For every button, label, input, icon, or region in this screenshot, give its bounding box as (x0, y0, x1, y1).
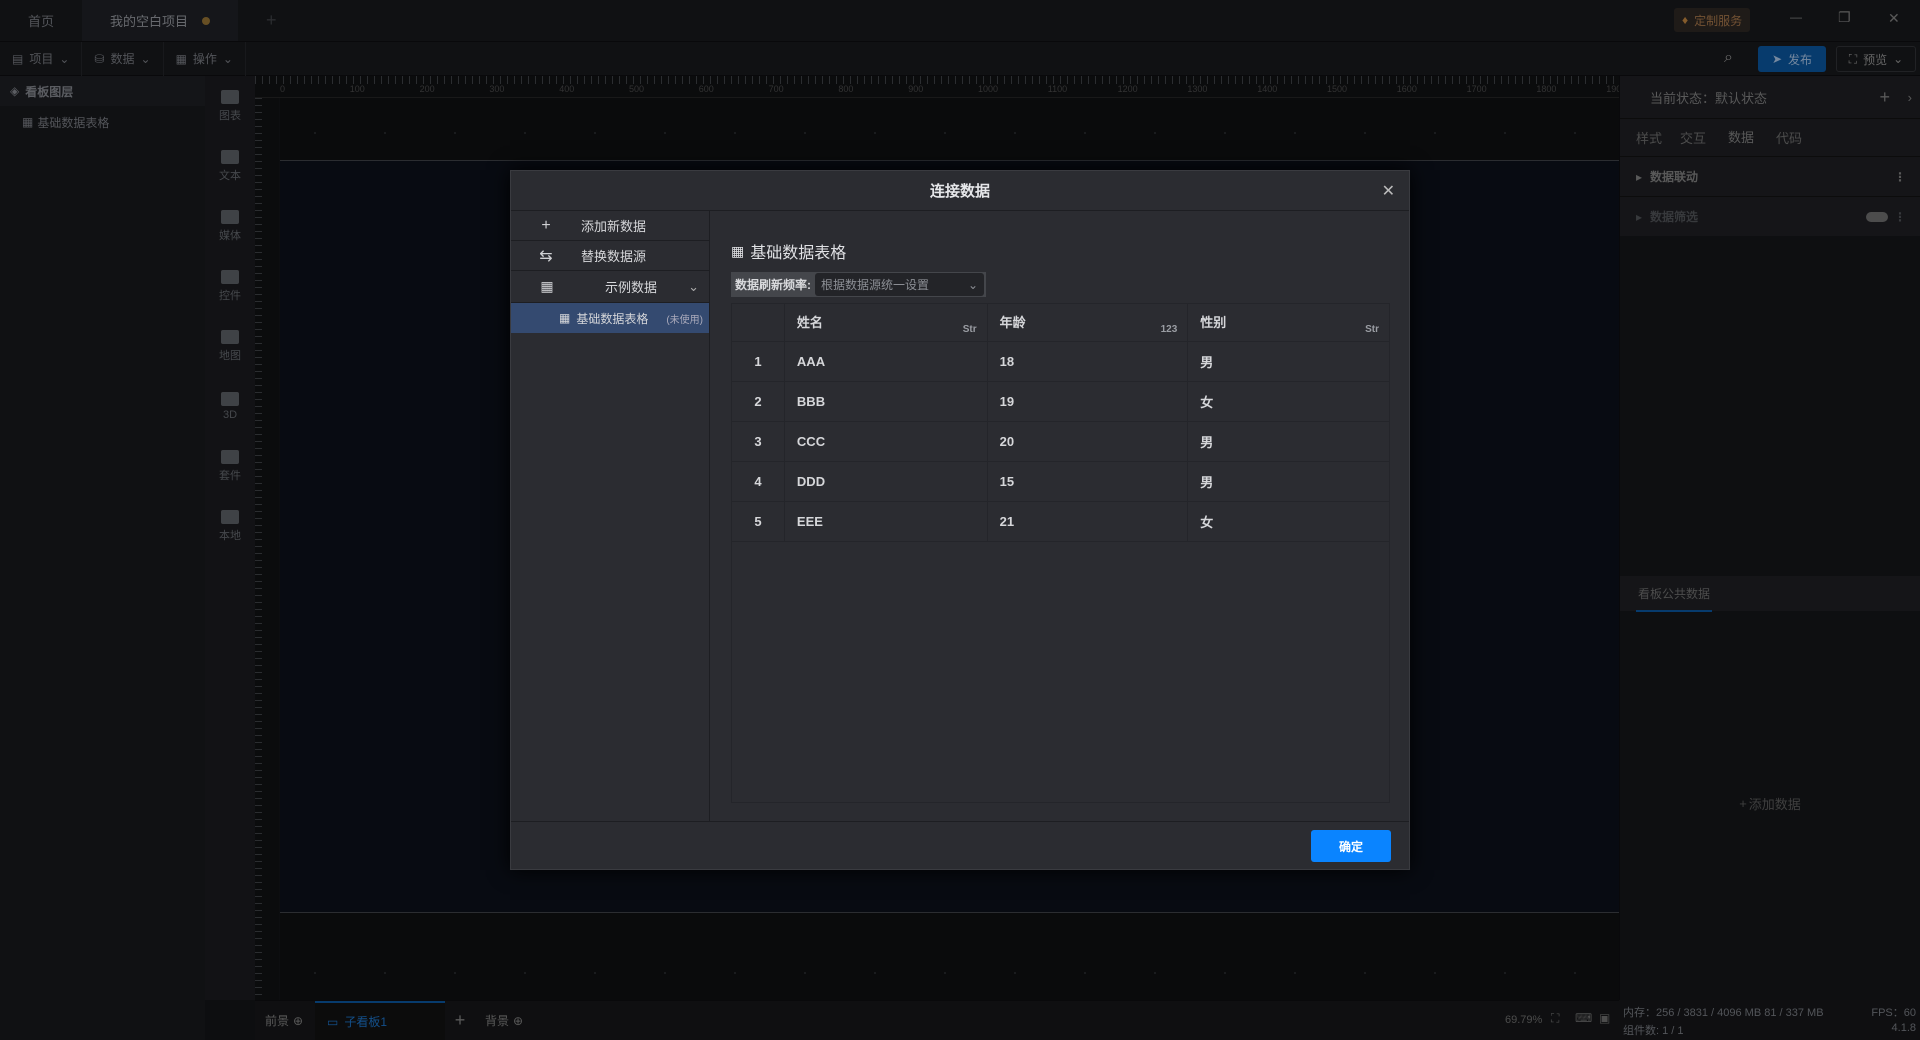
table-cell: 19 (986, 381, 1189, 422)
menu-label: 示例数据 (605, 280, 658, 295)
table-row[interactable]: 4 DDD 15 男 (731, 461, 1390, 502)
table-cell: BBB (783, 381, 988, 422)
usage-status: (未使用) (666, 314, 703, 326)
content-title: ▦ 基础数据表格 (731, 239, 846, 263)
refresh-rate-select[interactable]: 根据数据源统一设置 ⌄ (815, 273, 984, 296)
column-type: Str (962, 324, 977, 335)
refresh-rate-row: 数据刷新频率: 根据数据源统一设置 ⌄ (731, 272, 986, 297)
table-cell: 21 (986, 501, 1189, 542)
table-header-row: 姓名 Str 年龄 123 性别 Str (731, 303, 1390, 342)
refresh-rate-value: 根据数据源统一设置 (821, 278, 930, 292)
table-cell: 男 (1187, 341, 1390, 382)
chevron-down-icon: ⌄ (967, 277, 978, 292)
menu-label: 基础数据表格 (576, 311, 649, 326)
index-header (731, 303, 785, 342)
table-icon: ▦ (731, 242, 745, 259)
column-name: 年龄 (999, 315, 1026, 330)
table-row[interactable]: 5 EEE 21 女 (731, 501, 1390, 542)
row-index: 1 (731, 341, 785, 382)
plus-icon: + (541, 216, 551, 234)
close-icon[interactable]: ✕ (1382, 181, 1395, 201)
row-index: 3 (731, 421, 785, 462)
table-row[interactable]: 1 AAA 18 男 (731, 341, 1390, 382)
row-index: 4 (731, 461, 785, 502)
table-cell: EEE (783, 501, 988, 542)
table-row[interactable]: 3 CCC 20 男 (731, 421, 1390, 462)
table-cell: 15 (986, 461, 1189, 502)
table-cell: AAA (783, 341, 988, 382)
table-icon: ▦ (540, 278, 554, 294)
table-cell: 男 (1187, 461, 1390, 502)
column-name: 性别 (1200, 315, 1227, 330)
column-header[interactable]: 姓名 Str (783, 303, 988, 342)
table-cell: 女 (1187, 381, 1390, 422)
table-cell: 18 (986, 341, 1189, 382)
add-new-data-item[interactable]: + 添加新数据 (511, 211, 709, 241)
row-index: 5 (731, 501, 785, 542)
column-header[interactable]: 年龄 123 (986, 303, 1189, 342)
table-cell: DDD (783, 461, 988, 502)
table-cell: 20 (986, 421, 1189, 462)
sample-data-group[interactable]: ▦ 示例数据 ⌄ (511, 271, 709, 303)
dialog-menu: + 添加新数据 ⇆ 替换数据源 ▦ 示例数据 ⌄ ▦ 基础数据表格 (未使用) (511, 211, 710, 821)
dialog-header: 连接数据 ✕ (511, 171, 1409, 211)
menu-label: 添加新数据 (581, 219, 647, 234)
dialog-title: 连接数据 (929, 183, 990, 200)
table-cell: CCC (783, 421, 988, 462)
table-icon: ▦ (559, 311, 571, 325)
table-cell: 男 (1187, 421, 1390, 462)
column-header[interactable]: 性别 Str (1187, 303, 1390, 342)
table-row[interactable]: 2 BBB 19 女 (731, 381, 1390, 422)
data-table: 姓名 Str 年龄 123 性别 Str 1 AAA 18 男 2 BBB 19 女 3 CCC 20 男 4… (731, 303, 1390, 542)
chevron-down-icon: ⌄ (688, 278, 699, 294)
column-name: 姓名 (796, 315, 823, 330)
column-type: Str (1365, 324, 1379, 335)
menu-label: 替换数据源 (581, 249, 647, 264)
content-title-label: 基础数据表格 (750, 245, 847, 262)
replace-datasource-item[interactable]: ⇆ 替换数据源 (511, 241, 709, 271)
selected-dataset-item[interactable]: ▦ 基础数据表格 (未使用) (511, 303, 709, 333)
confirm-button[interactable]: 确定 (1311, 830, 1391, 862)
connect-data-dialog: 连接数据 ✕ + 添加新数据 ⇆ 替换数据源 ▦ 示例数据 ⌄ ▦ 基础数据表格 (未使用) … (510, 170, 1410, 870)
table-cell: 女 (1187, 501, 1390, 542)
dialog-footer-divider (511, 821, 1409, 822)
swap-icon: ⇆ (539, 247, 553, 265)
column-type: 123 (1160, 324, 1178, 335)
row-index: 2 (731, 381, 785, 422)
refresh-rate-label: 数据刷新频率: (735, 278, 811, 292)
